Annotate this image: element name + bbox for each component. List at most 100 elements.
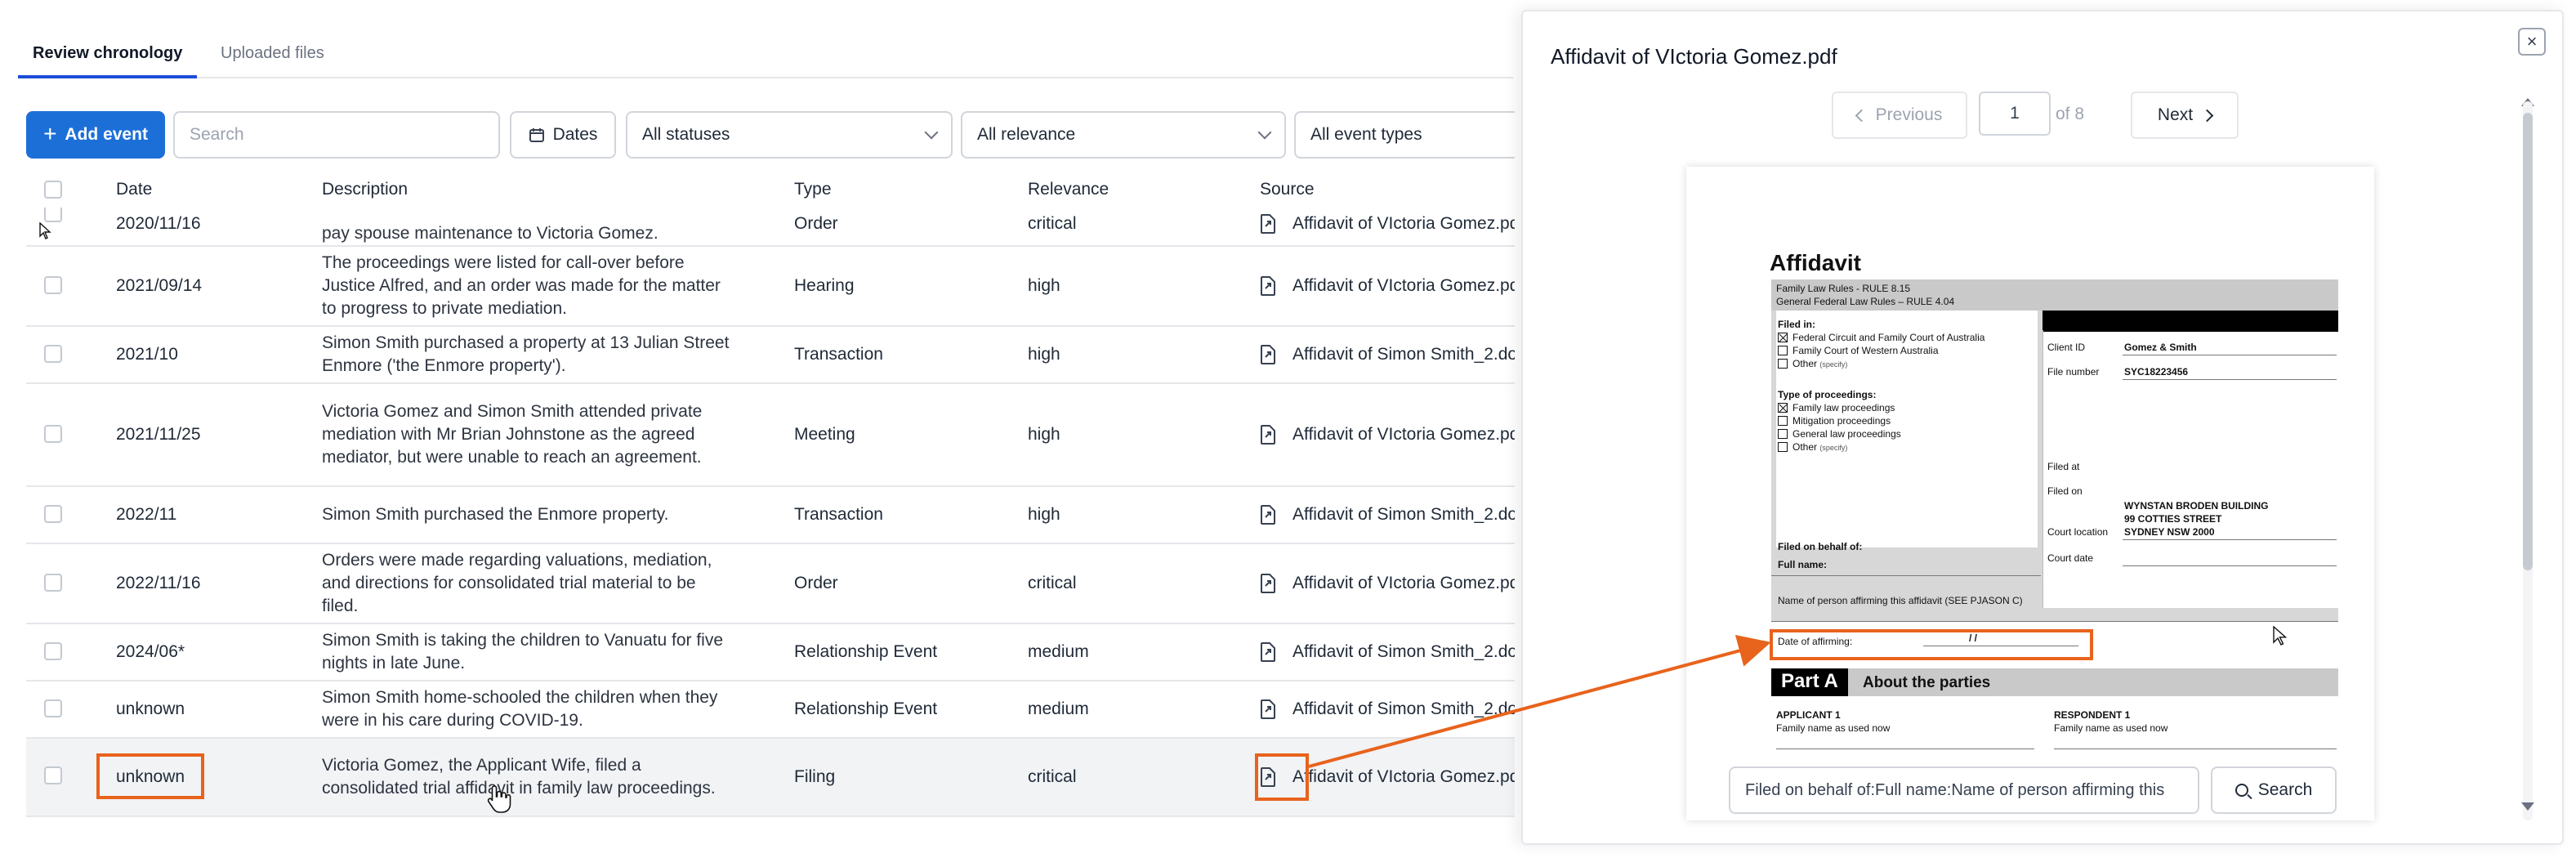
row-relevance: critical xyxy=(1028,574,1077,592)
row-description: Simon Smith purchased a property at 13 J… xyxy=(322,333,730,375)
doc-respondent: RESPONDENT 1 xyxy=(2054,709,2131,721)
row-source[interactable]: Affidavit of Simon Smith_2.docx xyxy=(1260,681,1515,737)
document-link-icon[interactable] xyxy=(1260,276,1276,296)
row-source-name: Affidavit of VIctoria Gomez.pdf xyxy=(1292,574,1515,592)
row-relevance: critical xyxy=(1028,767,1077,786)
tab-review-chronology[interactable]: Review chronology xyxy=(18,39,198,78)
table-row[interactable]: 2021/10 Simon Smith purchased a property… xyxy=(26,327,1515,384)
doc-heading: Affidavit xyxy=(1770,250,1861,275)
row-source[interactable]: Affidavit of VIctoria Gomez.pdf xyxy=(1260,544,1515,623)
search-placeholder: Search xyxy=(190,125,244,144)
row-source[interactable]: Affidavit of VIctoria Gomez.pdf xyxy=(1260,247,1515,325)
doc-about-parties: About the parties xyxy=(1863,674,1991,691)
table-row[interactable]: 2020/11/16 pay spouse maintenance to Vic… xyxy=(26,208,1515,247)
row-checkbox[interactable] xyxy=(44,505,62,523)
row-type: Transaction xyxy=(794,345,883,364)
previous-page-button[interactable]: Previous xyxy=(1832,92,1967,139)
doc-tp-4: Other (specify) xyxy=(1778,441,1847,454)
row-source[interactable]: Affidavit of VIctoria Gomez.pdf xyxy=(1260,208,1515,245)
row-source[interactable]: Affidavit of Simon Smith_2.docx xyxy=(1260,487,1515,543)
status-filter-select[interactable]: All statuses xyxy=(626,111,953,159)
header-date[interactable]: Date xyxy=(116,180,152,199)
doc-filed-in-1: Federal Circuit and Family Court of Aust… xyxy=(1778,332,1984,343)
document-link-icon[interactable] xyxy=(1260,505,1276,525)
relevance-filter-select[interactable]: All relevance xyxy=(961,111,1286,159)
doc-filed-at: Filed at xyxy=(2047,461,2080,472)
document-search-button[interactable]: Search xyxy=(2211,766,2337,814)
row-relevance: high xyxy=(1028,345,1060,364)
scroll-down-arrow-icon[interactable] xyxy=(2521,802,2534,811)
row-checkbox[interactable] xyxy=(44,699,62,717)
row-type: Transaction xyxy=(794,505,883,524)
document-search-input[interactable]: Filed on behalf of:Full name:Name of per… xyxy=(1729,766,2199,814)
arrow-cursor-icon xyxy=(2273,626,2288,646)
row-checkbox[interactable] xyxy=(44,642,62,660)
search-icon xyxy=(2234,784,2248,797)
row-date: 2021/11/25 xyxy=(116,425,201,444)
page-count: of 8 xyxy=(2056,105,2085,123)
header-description[interactable]: Description xyxy=(322,180,408,199)
row-checkbox[interactable] xyxy=(44,425,62,443)
header-source[interactable]: Source xyxy=(1260,180,1315,199)
row-source[interactable]: Affidavit of Simon Smith_2.docx xyxy=(1260,327,1515,382)
document-viewer-panel: Affidavit of VIctoria Gomez.pdf × Previo… xyxy=(1521,10,2564,845)
hand-cursor-icon xyxy=(487,785,511,813)
row-source-name: Affidavit of VIctoria Gomez.pdf xyxy=(1292,767,1515,786)
doc-type-of-proceedings: Type of proceedings: xyxy=(1778,389,1877,400)
doc-court-location-label: Court location xyxy=(2047,526,2109,538)
chevron-down-icon xyxy=(1257,125,1272,140)
viewer-scrollbar[interactable] xyxy=(2523,101,2533,820)
row-relevance: high xyxy=(1028,425,1060,444)
row-type: Meeting xyxy=(794,425,855,444)
page-number-input[interactable]: 1 xyxy=(1979,92,2051,136)
doc-court-loc-3: SYDNEY NSW 2000 xyxy=(2124,526,2215,538)
doc-tp-3: General law proceedings xyxy=(1778,428,1901,440)
close-button[interactable]: × xyxy=(2518,28,2546,56)
next-page-button[interactable]: Next xyxy=(2131,92,2239,139)
row-checkbox[interactable] xyxy=(44,574,62,592)
header-relevance[interactable]: Relevance xyxy=(1028,180,1109,199)
doc-applicant: APPLICANT 1 xyxy=(1776,709,1841,721)
doc-client-id: Gomez & Smith xyxy=(2124,342,2197,353)
add-event-button[interactable]: + Add event xyxy=(26,111,165,159)
plus-icon: + xyxy=(43,120,57,146)
document-link-icon[interactable] xyxy=(1260,425,1276,445)
table-row[interactable]: 2022/11 Simon Smith purchased the Enmore… xyxy=(26,487,1515,544)
table-row[interactable]: unknown Simon Smith home-schooled the ch… xyxy=(26,681,1515,739)
row-source[interactable]: Affidavit of Simon Smith_2.docx xyxy=(1260,624,1515,680)
document-link-icon[interactable] xyxy=(1260,574,1276,593)
row-checkbox[interactable] xyxy=(44,766,62,784)
row-description: Simon Smith home-schooled the children w… xyxy=(322,688,718,730)
row-source-name: Affidavit of VIctoria Gomez.pdf xyxy=(1292,214,1515,233)
document-link-icon[interactable] xyxy=(1260,699,1276,719)
row-description: Orders were made regarding valuations, m… xyxy=(322,551,712,615)
doc-family-name-respondent: Family name as used now xyxy=(2054,722,2168,734)
calendar-icon xyxy=(529,128,544,142)
doc-filed-on-behalf: Filed on behalf of: xyxy=(1778,541,1863,552)
header-type[interactable]: Type xyxy=(794,180,832,199)
tab-uploaded-files[interactable]: Uploaded files xyxy=(221,39,324,78)
table-row[interactable]: 2022/11/16 Orders were made regarding va… xyxy=(26,544,1515,624)
dates-button[interactable]: Dates xyxy=(510,111,616,159)
document-link-icon[interactable] xyxy=(1260,642,1276,662)
row-date: unknown xyxy=(116,699,185,718)
document-link-icon[interactable] xyxy=(1260,345,1276,364)
select-all-checkbox[interactable] xyxy=(44,181,62,199)
row-checkbox[interactable] xyxy=(44,208,62,222)
row-type: Relationship Event xyxy=(794,642,938,661)
table-row[interactable]: 2024/06* Simon Smith is taking the child… xyxy=(26,624,1515,681)
table-row[interactable]: 2021/11/25 Victoria Gomez and Simon Smit… xyxy=(26,384,1515,487)
event-type-filter-select[interactable]: All event types xyxy=(1294,111,1515,159)
row-checkbox[interactable] xyxy=(44,345,62,363)
scrollbar-thumb[interactable] xyxy=(2523,113,2533,570)
row-checkbox[interactable] xyxy=(44,276,62,294)
table-header: Date Description Type Relevance Source xyxy=(26,172,1515,208)
document-link-icon[interactable] xyxy=(1260,214,1276,234)
search-input[interactable]: Search xyxy=(173,111,500,159)
table-row[interactable]: 2021/09/14 The proceedings were listed f… xyxy=(26,247,1515,327)
row-source-name: Affidavit of Simon Smith_2.docx xyxy=(1292,345,1515,364)
row-source[interactable]: Affidavit of VIctoria Gomez.pdf xyxy=(1260,384,1515,485)
row-date: 2022/11 xyxy=(116,505,177,524)
doc-part-a-bar: Part A About the parties xyxy=(1771,668,2338,696)
doc-file-number: SYC18223456 xyxy=(2124,366,2189,378)
